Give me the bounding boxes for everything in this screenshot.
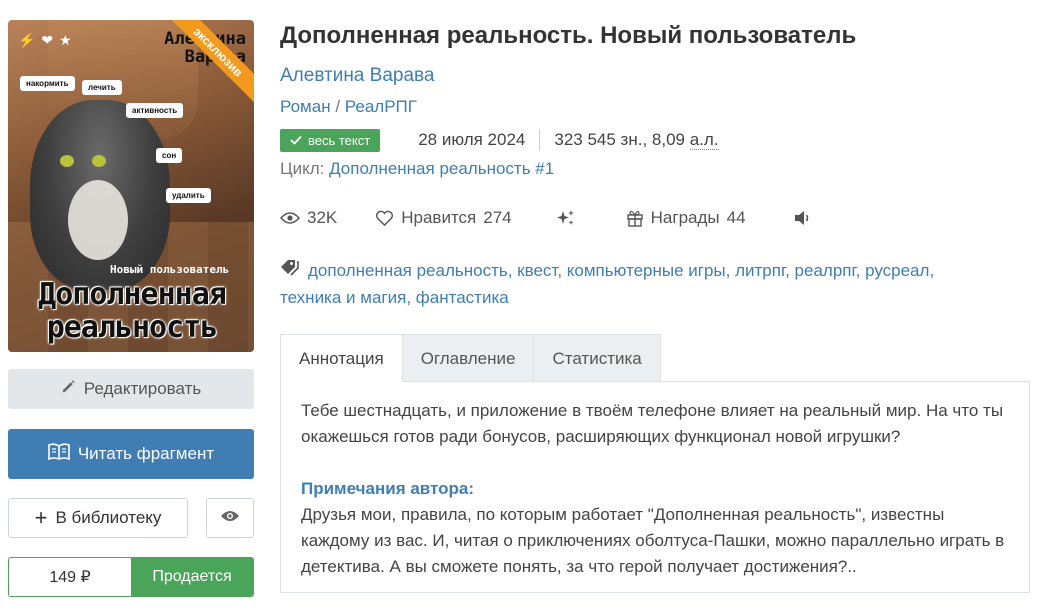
cover-label: лечить bbox=[82, 80, 122, 95]
content-tabs: Аннотация Оглавление Статистика bbox=[280, 334, 661, 382]
author-sheets-unit: а.л. bbox=[689, 130, 719, 150]
tags-list: дополненная реальность, квест, компьютер… bbox=[280, 258, 1000, 311]
tag-link[interactable]: квест bbox=[517, 261, 557, 280]
cover-title: Дополненная реальность bbox=[12, 278, 252, 344]
like-button[interactable]: Нравится 274 bbox=[375, 208, 512, 228]
cover-title-line2: реальность bbox=[46, 310, 219, 345]
views-stat: 32K bbox=[280, 208, 337, 228]
publish-date: 28 июля 2024 bbox=[418, 130, 526, 149]
tag-link[interactable]: реалрпг bbox=[795, 261, 856, 280]
heart-icon bbox=[375, 210, 394, 227]
edit-button-label: Редактировать bbox=[83, 379, 202, 398]
author-link[interactable]: Алевтина Варава bbox=[280, 65, 434, 87]
sparkles-icon bbox=[556, 209, 576, 227]
views-count: 32K bbox=[307, 208, 338, 227]
gift-icon bbox=[626, 209, 644, 227]
series-link[interactable]: Дополненная реальность #1 bbox=[329, 159, 554, 178]
eye-icon bbox=[220, 509, 240, 528]
buy-button[interactable]: Продается bbox=[131, 558, 253, 596]
annotation-panel: Тебе шестнадцать, и приложение в твоём т… bbox=[280, 381, 1030, 593]
eye-icon bbox=[280, 211, 300, 225]
status-badge-label: весь текст bbox=[308, 132, 371, 148]
awards-button[interactable]: Награды 44 bbox=[626, 208, 746, 228]
stats-row: 32K Нравится 274 Награды 44 bbox=[280, 208, 812, 228]
plus-icon: + bbox=[34, 505, 48, 530]
cover-subtitle: Новый пользователь bbox=[110, 263, 230, 276]
tag-icon bbox=[280, 259, 302, 285]
annotation-text: Тебе шестнадцать, и приложение в твоём т… bbox=[301, 401, 1004, 446]
add-to-library-button[interactable]: + В библиотеку bbox=[8, 498, 188, 538]
cover-status-icons: ⚡❤★ bbox=[18, 32, 78, 48]
book-title: Дополненная реальность. Новый пользовате… bbox=[280, 22, 857, 49]
cat-eye bbox=[60, 155, 74, 167]
series-label: Цикл: bbox=[280, 159, 325, 178]
cover-cat-chest bbox=[68, 180, 128, 260]
likes-label: Нравится bbox=[401, 208, 477, 227]
meta-divider bbox=[539, 129, 541, 151]
awards-count: 44 bbox=[726, 208, 746, 227]
tag-link[interactable]: русреал bbox=[865, 261, 929, 280]
book-meta: весь текст 28 июля 2024 323 545 зн., 8,0… bbox=[280, 127, 719, 153]
cover-label: сон bbox=[156, 148, 183, 163]
tag-link[interactable]: фантастика bbox=[416, 288, 509, 307]
check-icon bbox=[290, 133, 302, 148]
book-size-value: 323 545 зн., 8,09 bbox=[554, 130, 690, 149]
tag-link[interactable]: компьютерные игры bbox=[567, 261, 726, 280]
genre-link-realrpg[interactable]: РеалРПГ bbox=[345, 97, 417, 116]
add-to-library-label: В библиотеку bbox=[55, 508, 162, 527]
watch-button[interactable] bbox=[206, 498, 254, 538]
audio-button[interactable] bbox=[794, 210, 812, 226]
price: 149 ₽ bbox=[49, 569, 91, 586]
read-fragment-button[interactable]: Читать фрагмент bbox=[8, 429, 254, 479]
cover-label: активность bbox=[126, 103, 184, 118]
author-notes-text: Друзья мои, правила, по которым работает… bbox=[301, 505, 1005, 576]
edit-button[interactable]: Редактировать bbox=[8, 369, 254, 409]
genre-link-novel[interactable]: Роман bbox=[280, 97, 331, 116]
series-info: Цикл: Дополненная реальность #1 bbox=[280, 159, 554, 179]
book-size: 323 545 зн., 8,09 а.л. bbox=[554, 130, 719, 150]
tab-statistics[interactable]: Статистика bbox=[533, 334, 661, 382]
awards-label: Награды bbox=[650, 208, 720, 227]
tag-link[interactable]: техника и магия bbox=[280, 288, 406, 307]
status-badge: весь текст bbox=[280, 128, 381, 152]
cat-eye bbox=[92, 155, 106, 167]
book-open-icon bbox=[48, 442, 70, 466]
read-fragment-label: Читать фрагмент bbox=[77, 444, 215, 463]
genre-separator: / bbox=[335, 97, 341, 116]
speaker-icon bbox=[794, 210, 812, 226]
cover-label: удалить bbox=[166, 188, 211, 203]
tag-link[interactable]: литрпг bbox=[735, 261, 785, 280]
author-notes-heading: Примечания автора: bbox=[301, 479, 475, 498]
purchase-box[interactable]: 149 ₽ Продается bbox=[8, 557, 254, 597]
sparkles-button[interactable] bbox=[556, 209, 576, 227]
likes-count: 274 bbox=[483, 208, 512, 227]
tab-contents[interactable]: Оглавление bbox=[401, 334, 535, 382]
pencil-icon bbox=[61, 379, 76, 399]
cover-label: накормить bbox=[20, 76, 75, 91]
tab-annotation[interactable]: Аннотация bbox=[280, 334, 403, 382]
cover-title-line1: Дополненная bbox=[38, 277, 227, 312]
genre-breadcrumb: Роман / РеалРПГ bbox=[280, 97, 417, 117]
book-cover[interactable]: ⚡❤★ Алевтина Варава эксклюзив накормить … bbox=[8, 20, 254, 352]
tag-link[interactable]: дополненная реальность bbox=[308, 261, 508, 280]
